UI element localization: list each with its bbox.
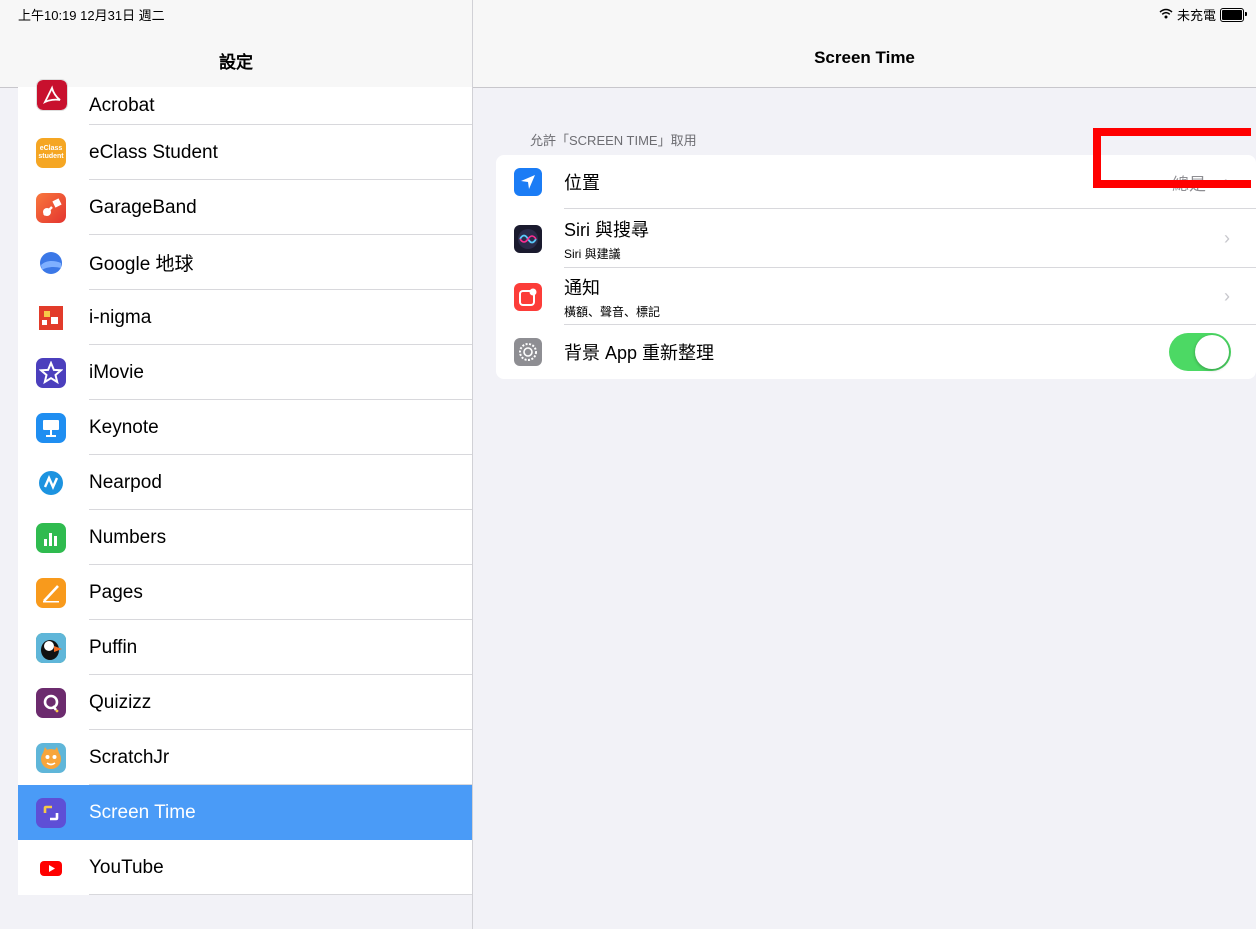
- sidebar-item-puffin[interactable]: Puffin: [18, 620, 472, 675]
- highlight-box: [1093, 128, 1251, 188]
- scratchjr-icon: [36, 742, 66, 773]
- sidebar-item-label: Numbers: [89, 526, 167, 548]
- sidebar-item-acrobat[interactable]: Acrobat: [18, 79, 472, 125]
- sidebar-item-label: YouTube: [89, 856, 164, 878]
- siri-icon: [514, 224, 542, 253]
- row-text: 背景 App 重新整理: [564, 339, 714, 365]
- sidebar-item-imovie[interactable]: iMovie: [18, 345, 472, 400]
- settings-sidebar: 設定 Acrobat eClass student eClass Student…: [0, 0, 473, 929]
- sidebar-item-label: Pages: [89, 581, 143, 603]
- siri-search-row[interactable]: Siri 與搜尋 Siri 與建議 ›: [496, 209, 1256, 268]
- row-subtitle: Siri 與建議: [564, 246, 621, 261]
- chevron-right-icon: ›: [1224, 228, 1230, 248]
- status-bar: 上午10:19 12月31日 週二 未充電: [0, 0, 1256, 23]
- sidebar-item-label: GarageBand: [89, 196, 197, 218]
- battery-icon: [1220, 7, 1247, 22]
- nearpod-icon: [36, 467, 66, 498]
- background-refresh-toggle[interactable]: [1169, 333, 1231, 371]
- sidebar-item-screen-time[interactable]: Screen Time: [18, 785, 472, 840]
- sidebar-item-keynote[interactable]: Keynote: [18, 400, 472, 455]
- location-arrow-icon: [514, 168, 542, 196]
- sidebar-item-numbers[interactable]: Numbers: [18, 510, 472, 565]
- sidebar-item-scratchjr[interactable]: ScratchJr: [18, 730, 472, 785]
- sidebar-item-label: Acrobat: [89, 95, 155, 116]
- sidebar-item-eclass-student[interactable]: eClass student eClass Student: [18, 125, 472, 180]
- gear-icon: [514, 338, 542, 366]
- sidebar-item-label: iMovie: [89, 361, 144, 383]
- numbers-icon: [36, 522, 66, 553]
- permissions-group: 位置 總是 › Siri 與搜尋 Siri 與建議 › 通知 橫額、聲音、標記: [496, 155, 1256, 379]
- row-text: 通知 橫額、聲音、標記: [564, 274, 660, 320]
- inigma-icon: [36, 302, 66, 333]
- status-time-date: 上午10:19 12月31日 週二: [18, 8, 165, 23]
- sidebar-item-label: Google 地球: [89, 254, 194, 275]
- row-text: Siri 與搜尋 Siri 與建議: [564, 216, 649, 262]
- puffin-icon: [36, 632, 66, 663]
- row-title: 通知: [564, 277, 600, 298]
- quizizz-icon: [36, 687, 66, 718]
- row-title: 位置: [564, 173, 600, 193]
- row-title: 背景 App 重新整理: [564, 343, 715, 363]
- sidebar-item-nearpod[interactable]: Nearpod: [18, 455, 472, 510]
- keynote-icon: [36, 412, 66, 443]
- sidebar-list: Acrobat eClass student eClass Student Ga…: [18, 79, 472, 895]
- sidebar-item-label: eClass Student: [89, 141, 218, 163]
- row-subtitle: 橫額、聲音、標記: [564, 304, 661, 319]
- page-title: Screen Time: [814, 48, 915, 67]
- charging-status: 未充電: [1176, 8, 1216, 23]
- sidebar-item-label: Puffin: [89, 636, 138, 658]
- sidebar-item-label: Screen Time: [89, 801, 196, 823]
- eclass-icon: eClass student: [36, 137, 66, 168]
- sidebar-item-label: Quizizz: [89, 691, 152, 713]
- imovie-icon: [36, 357, 66, 388]
- sidebar-item-inigma[interactable]: i-nigma: [18, 290, 472, 345]
- sidebar-item-google-earth[interactable]: Google 地球: [18, 235, 472, 290]
- youtube-icon: [36, 852, 66, 883]
- sidebar-item-label: Nearpod: [89, 471, 162, 493]
- notifications-icon: [514, 282, 542, 311]
- sidebar-item-quizizz[interactable]: Quizizz: [18, 675, 472, 730]
- chevron-right-icon: ›: [1224, 286, 1230, 306]
- sidebar-item-youtube[interactable]: YouTube: [18, 840, 472, 895]
- divider: [89, 894, 472, 895]
- eclass-icon-text: eClass student: [38, 144, 64, 160]
- status-right: 未充電: [1159, 5, 1247, 24]
- acrobat-icon: [36, 79, 68, 111]
- section-header: 允許「SCREEN TIME」取用: [530, 133, 697, 148]
- screen-time-icon: [36, 797, 66, 828]
- pages-icon: [36, 577, 66, 608]
- row-text: 位置: [564, 169, 600, 195]
- wifi-icon: [1159, 7, 1173, 22]
- sidebar-item-label: i-nigma: [89, 306, 152, 328]
- sidebar-title: 設定: [219, 53, 253, 72]
- sidebar-item-pages[interactable]: Pages: [18, 565, 472, 620]
- notifications-row[interactable]: 通知 橫額、聲音、標記 ›: [496, 268, 1256, 325]
- sidebar-item-label: Keynote: [89, 416, 159, 438]
- background-refresh-row: 背景 App 重新整理: [496, 325, 1256, 379]
- sidebar-item-garageband[interactable]: GarageBand: [18, 180, 472, 235]
- row-title: Siri 與搜尋: [564, 219, 649, 240]
- toggle-knob: [1195, 335, 1229, 369]
- google-earth-icon: [36, 247, 66, 278]
- garageband-icon: [36, 192, 66, 223]
- sidebar-item-label: ScratchJr: [89, 746, 170, 768]
